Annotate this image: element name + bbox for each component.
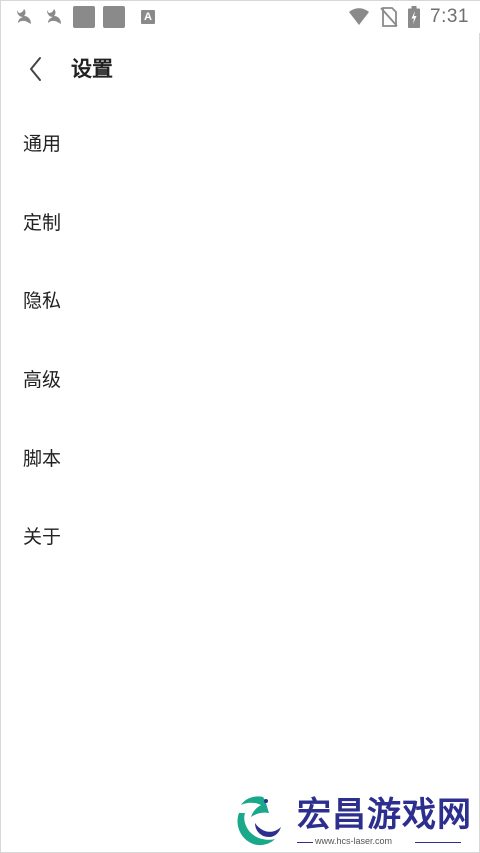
settings-item-advanced[interactable]: 高级 xyxy=(1,341,480,420)
settings-item-label: 高级 xyxy=(23,369,62,392)
settings-item-label: 关于 xyxy=(23,526,62,549)
status-bar-notifications: A xyxy=(13,6,155,28)
status-bar-time: 7:31 xyxy=(430,6,469,27)
notification-square-icon xyxy=(73,6,95,28)
back-button[interactable] xyxy=(23,55,49,83)
settings-item-label: 脚本 xyxy=(23,447,62,470)
watermark-brand: 宏昌游戏网 xyxy=(297,795,472,835)
app-bar: 设置 xyxy=(1,41,480,97)
watermark-logo-icon xyxy=(237,796,281,846)
uc-browser-icon xyxy=(47,9,61,24)
settings-item-scripts[interactable]: 脚本 xyxy=(1,419,480,498)
settings-item-label: 通用 xyxy=(23,133,62,156)
settings-item-privacy[interactable]: 隐私 xyxy=(1,262,480,341)
settings-item-about[interactable]: 关于 xyxy=(1,498,480,577)
watermark: 宏昌游戏网 www.hcs-laser.com xyxy=(233,793,473,849)
status-bar-system: 7:31 xyxy=(348,5,469,29)
settings-item-general[interactable]: 通用 xyxy=(1,105,480,184)
settings-list: 通用 定制 隐私 高级 脚本 关于 xyxy=(1,105,480,577)
watermark-divider xyxy=(297,842,313,843)
no-sim-icon xyxy=(380,7,398,27)
watermark-divider xyxy=(415,842,461,843)
a-keyboard-icon: A xyxy=(141,10,155,24)
page-title: 设置 xyxy=(71,57,113,81)
wifi-icon xyxy=(349,8,370,25)
settings-item-label: 定制 xyxy=(23,211,62,234)
settings-screen: A 7:31 设置 通用 定制 隐私 高级 脚本 关于 宏昌游戏网 www.hc… xyxy=(0,0,480,853)
notification-square-icon xyxy=(103,6,125,28)
settings-item-label: 隐私 xyxy=(23,290,62,313)
settings-item-customize[interactable]: 定制 xyxy=(1,184,480,263)
chevron-left-icon xyxy=(30,57,41,81)
uc-browser-icon xyxy=(17,9,31,24)
battery-charging-icon xyxy=(408,6,421,28)
watermark-url: www.hcs-laser.com xyxy=(315,836,393,846)
status-bar: A 7:31 xyxy=(1,1,480,33)
